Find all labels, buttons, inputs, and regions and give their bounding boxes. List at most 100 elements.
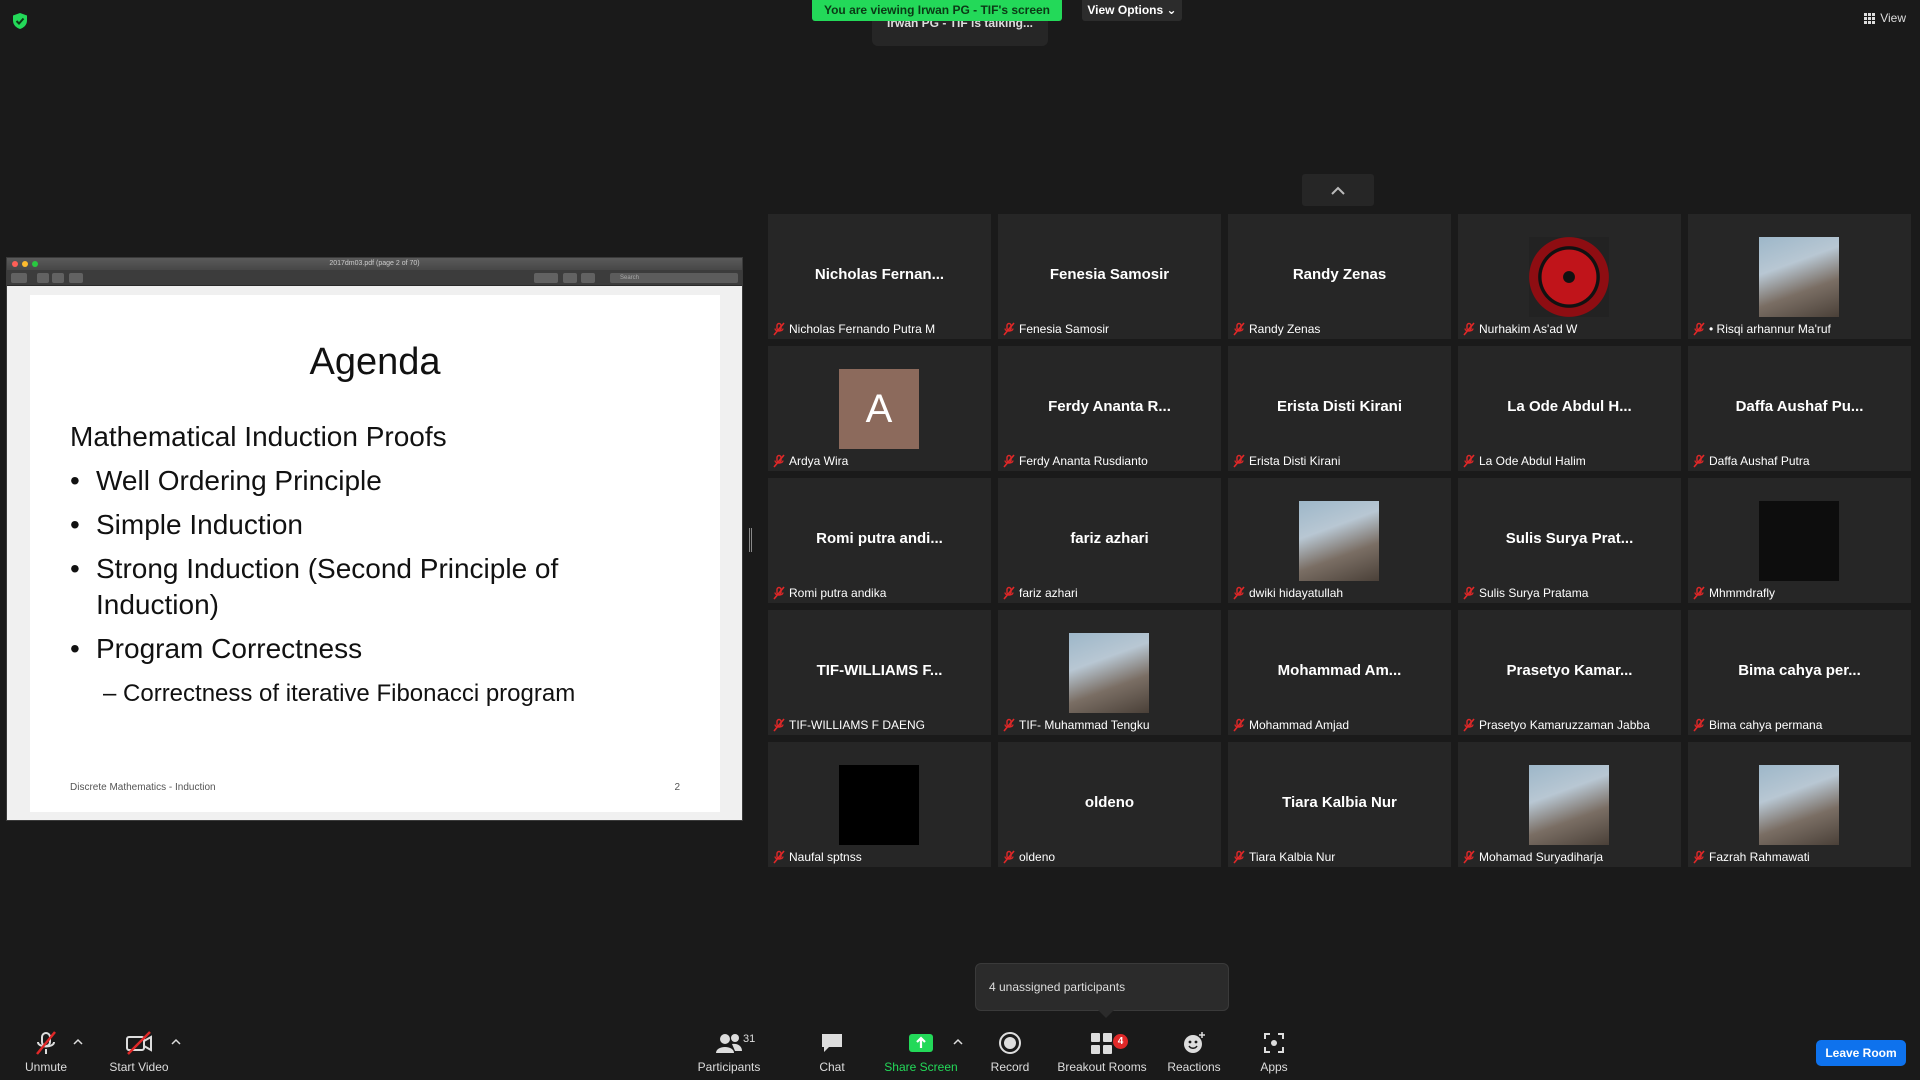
participant-tile[interactable]: Nurhakim As'ad W — [1458, 214, 1681, 339]
markup-icon — [534, 273, 558, 283]
participant-tile[interactable]: • Risqi arhannur Ma'ruf — [1688, 214, 1911, 339]
participant-name-label: Fenesia Samosir — [1002, 321, 1109, 337]
slide-bullet: Well Ordering Principle — [70, 463, 630, 499]
photo-avatar — [1299, 501, 1379, 581]
participant-tile[interactable]: Randy Zenas Randy Zenas — [1228, 214, 1451, 339]
breakout-rooms-icon — [1091, 1033, 1112, 1054]
share-screen-label: Share Screen — [884, 1060, 958, 1074]
participant-display-name: oldeno — [1084, 794, 1135, 811]
mic-muted-icon — [1003, 454, 1015, 468]
mic-muted-icon — [1233, 322, 1245, 336]
reactions-button[interactable]: Reactions — [1164, 1030, 1224, 1074]
participant-tile[interactable]: dwiki hidayatullah — [1228, 478, 1451, 603]
participant-name: Daffa Aushaf Putra — [1709, 454, 1810, 468]
chat-icon — [822, 1034, 842, 1052]
participant-tile[interactable]: Romi putra andi... Romi putra andika — [768, 478, 991, 603]
apps-button[interactable]: Apps — [1250, 1030, 1298, 1074]
start-video-button[interactable]: Start Video — [106, 1030, 172, 1074]
video-options-caret-icon[interactable] — [171, 1038, 181, 1046]
shared-screen: 2017dm03.pdf (page 2 of 70) Search Agend… — [6, 257, 743, 821]
participant-name: Ardya Wira — [789, 454, 849, 468]
participant-display-name: Bima cahya per... — [1738, 662, 1861, 679]
participant-name-label: Sulis Surya Pratama — [1462, 585, 1588, 601]
security-shield-icon[interactable] — [12, 12, 28, 30]
mic-muted-icon — [773, 586, 785, 600]
view-options-button[interactable]: View Options ⌄ — [1082, 0, 1182, 21]
record-button[interactable]: Record — [984, 1030, 1036, 1074]
participant-tile[interactable]: TIF- Muhammad Tengku — [998, 610, 1221, 735]
participant-tile[interactable]: Daffa Aushaf Pu... Daffa Aushaf Putra — [1688, 346, 1911, 471]
participant-tile[interactable]: Prasetyo Kamar... Prasetyo Kamaruzzaman J… — [1458, 610, 1681, 735]
participant-tile[interactable]: Sulis Surya Prat... Sulis Surya Pratama — [1458, 478, 1681, 603]
participant-name-label: Mohammad Amjad — [1232, 717, 1349, 733]
participant-tile[interactable]: Bima cahya per... Bima cahya permana — [1688, 610, 1911, 735]
participant-tile[interactable]: TIF-WILLIAMS F... TIF-WILLIAMS F DAENG — [768, 610, 991, 735]
unassigned-participants-popup[interactable]: 4 unassigned participants — [975, 963, 1229, 1018]
share-icon — [69, 273, 83, 283]
breakout-rooms-button[interactable]: Breakout Rooms — [1056, 1030, 1148, 1074]
participant-tile[interactable]: Mohamad Suryadiharja — [1458, 742, 1681, 867]
participant-tile[interactable]: A Ardya Wira — [768, 346, 991, 471]
participant-name: Prasetyo Kamaruzzaman Jabba — [1479, 718, 1650, 732]
participant-name: oldeno — [1019, 850, 1056, 864]
mic-muted-icon — [1463, 850, 1475, 864]
participant-tile[interactable]: Fenesia Samosir Fenesia Samosir — [998, 214, 1221, 339]
participant-name-label: Mohamad Suryadiharja — [1462, 849, 1603, 865]
participant-tile[interactable]: Naufal sptnss — [768, 742, 991, 867]
leave-room-button[interactable]: Leave Room — [1816, 1040, 1906, 1066]
share-options-caret-icon[interactable] — [953, 1038, 963, 1046]
slide-footer: Discrete Mathematics - Induction — [70, 782, 216, 793]
participant-name: Nurhakim As'ad W — [1479, 322, 1578, 336]
minimize-window-icon — [22, 261, 28, 267]
participant-name: Nicholas Fernando Putra M — [789, 322, 936, 336]
gallery-page-up-button[interactable] — [1302, 174, 1374, 206]
mic-muted-icon — [36, 1031, 56, 1055]
participant-name-label: Fazrah Rahmawati — [1692, 849, 1810, 865]
zoom-in-icon — [52, 273, 64, 283]
share-screen-button[interactable]: Share Screen — [880, 1030, 962, 1074]
slide-bullet: Strong Induction (Second Principle of In… — [70, 551, 630, 623]
black-avatar — [839, 765, 919, 845]
mic-muted-icon — [1463, 718, 1475, 732]
viewing-banner: You are viewing Irwan PG - TIF's screen — [812, 0, 1062, 21]
participant-tile[interactable]: La Ode Abdul H... La Ode Abdul Halim — [1458, 346, 1681, 471]
participant-tile[interactable]: oldeno oldeno — [998, 742, 1221, 867]
audio-options-caret-icon[interactable] — [73, 1038, 83, 1046]
participant-tile[interactable]: Erista Disti Kirani Erista Disti Kirani — [1228, 346, 1451, 471]
view-layout-button[interactable]: View — [1864, 11, 1906, 25]
participant-tile[interactable]: Ferdy Ananta R... Ferdy Ananta Rusdianto — [998, 346, 1221, 471]
chevron-down-icon: ⌄ — [1166, 3, 1177, 17]
apps-label: Apps — [1260, 1060, 1288, 1074]
participant-name: TIF- Muhammad Tengku — [1019, 718, 1150, 732]
participant-name: Naufal sptnss — [789, 850, 862, 864]
reactions-icon — [1184, 1032, 1205, 1053]
photo-avatar — [1759, 237, 1839, 317]
split-view-handle[interactable] — [749, 528, 752, 552]
mic-muted-icon — [1233, 454, 1245, 468]
participant-name-label: TIF-WILLIAMS F DAENG — [772, 717, 925, 733]
participant-name-label: oldeno — [1002, 849, 1055, 865]
participant-tile[interactable]: Mhmmdrafly — [1688, 478, 1911, 603]
mic-muted-icon — [1233, 586, 1245, 600]
participant-name-label: Randy Zenas — [1232, 321, 1320, 337]
mic-muted-icon — [1003, 322, 1015, 336]
participant-name: • Risqi arhannur Ma'ruf — [1709, 322, 1831, 336]
participant-tile[interactable]: Nicholas Fernan... Nicholas Fernando Putr… — [768, 214, 991, 339]
participant-name: dwiki hidayatullah — [1249, 586, 1344, 600]
participant-tile[interactable]: fariz azhari fariz azhari — [998, 478, 1221, 603]
participant-name: fariz azhari — [1019, 586, 1078, 600]
participant-tile[interactable]: Fazrah Rahmawati — [1688, 742, 1911, 867]
mic-muted-icon — [1693, 586, 1705, 600]
participant-name: Erista Disti Kirani — [1249, 454, 1341, 468]
chat-button[interactable]: Chat — [806, 1030, 858, 1074]
participant-tile[interactable]: Tiara Kalbia Nur Tiara Kalbia Nur — [1228, 742, 1451, 867]
mic-muted-icon — [1233, 850, 1245, 864]
participant-name-label: La Ode Abdul Halim — [1462, 453, 1586, 469]
unmute-button[interactable]: Unmute — [22, 1030, 70, 1074]
participant-name-label: fariz azhari — [1002, 585, 1078, 601]
mic-muted-icon — [773, 454, 785, 468]
photo-avatar — [1069, 633, 1149, 713]
participant-name-label: Erista Disti Kirani — [1232, 453, 1340, 469]
participant-tile[interactable]: Mohammad Am... Mohammad Amjad — [1228, 610, 1451, 735]
mic-muted-icon — [1003, 850, 1015, 864]
